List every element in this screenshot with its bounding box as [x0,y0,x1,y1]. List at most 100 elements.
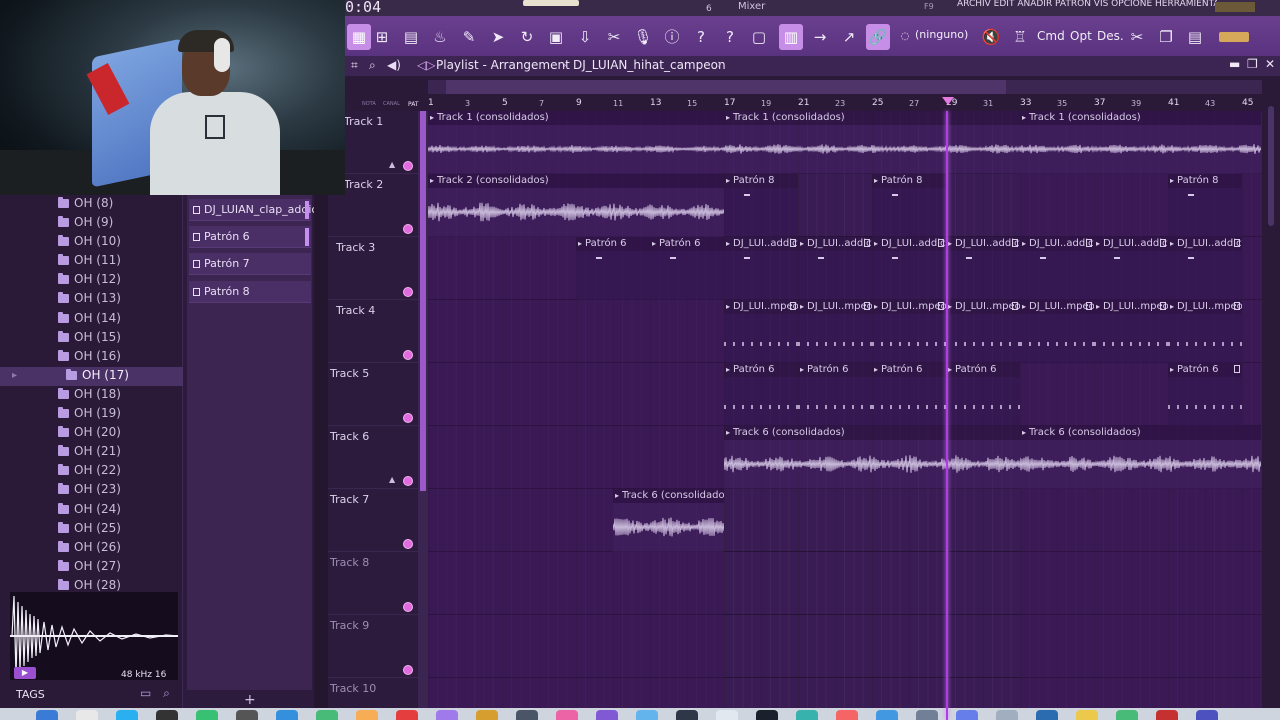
master-volume-slider[interactable] [523,0,579,6]
track-name[interactable]: Track 5 [330,367,369,380]
zoom-icon[interactable]: ⌕ [369,58,376,73]
clip-menu-icon[interactable]: ▸ [948,239,952,248]
preview-play-button[interactable]: ▶ [14,667,36,679]
clip-label[interactable]: ▸ DJ_LUI..mpeon [724,300,798,314]
pattern-clip[interactable]: ▸DJ_LUI..addicto [872,237,946,300]
bar-number[interactable]: 35 [1057,99,1067,108]
clip-menu-icon[interactable]: ▸ [1022,302,1026,311]
audio-clip[interactable]: ▸ Track 6 (consolidados) [613,489,724,552]
clip-label[interactable]: ▸ DJ_LUI..mpeon [1168,300,1242,314]
clip-label[interactable]: ▸ Track 6 (consolidados) [724,426,1020,440]
picker-item[interactable]: Patrón 8 [189,281,311,303]
browser-item[interactable]: OH (24) [0,501,183,520]
search-icon[interactable]: ⌕ [163,686,170,700]
clip-label[interactable]: ▸ Patrón 8 [724,174,798,188]
clip-label[interactable]: ▸ Patrón 6 [946,363,1020,377]
clip-menu-icon[interactable]: ▸ [578,239,582,248]
browser-item[interactable]: ▸ OH (17) [0,366,183,386]
clip-label[interactable]: ▸ Track 1 (consolidados) [724,111,1020,125]
track-collapse-icon[interactable]: ▲ [389,160,395,169]
clip-body[interactable] [1168,377,1242,426]
clip-body[interactable] [872,188,946,237]
clip-label[interactable]: ▸ Track 1 (consolidados) [1020,111,1261,125]
folder-icon[interactable]: ▭ [140,686,151,700]
maximize-icon[interactable]: ❐ [1247,57,1258,71]
clip-end-icon[interactable] [1234,239,1240,247]
clip-label[interactable]: ▸ Patrón 8 [872,174,946,188]
forward-arrow-icon[interactable]: → [808,24,832,50]
dock-app-icon[interactable] [556,710,578,720]
lock-icon[interactable]: ◌ [893,24,917,50]
dock-app-icon[interactable] [716,710,738,720]
clip-end-icon[interactable] [1012,239,1018,247]
minimize-icon[interactable]: ▬ [1229,57,1240,71]
track-name[interactable]: Track 2 [344,178,383,191]
dock-app-icon[interactable] [756,710,778,720]
browser-item[interactable]: OH (21) [0,443,183,462]
clip-end-icon[interactable] [1160,239,1166,247]
bar-number[interactable]: 15 [687,99,697,108]
clip-body[interactable] [1168,188,1242,237]
pattern-clip[interactable]: ▸ Patrón 8 [1168,174,1242,237]
clip-end-icon[interactable] [864,302,870,310]
dock-app-icon[interactable] [916,710,938,720]
clip-body[interactable] [872,314,946,363]
clip-menu-icon[interactable]: ▸ [726,365,730,374]
piano-roll-icon[interactable]: ⊞ [370,24,394,50]
dock-app-icon[interactable] [876,710,898,720]
opt-button[interactable]: Opt [1070,29,1092,43]
browser-item[interactable]: OH (20) [0,424,183,443]
clip-menu-icon[interactable]: ▸ [800,302,804,311]
playlist-header[interactable]: ⌗ ⌕ ◀) ◁▷ Playlist - Arrangement › DJ_LU… [345,56,1280,76]
dock-app-icon[interactable] [1196,710,1218,720]
picker-scrollbar[interactable] [314,195,328,720]
clip-body[interactable] [798,377,872,426]
clip-menu-icon[interactable]: ▸ [1096,239,1100,248]
clip-label[interactable]: ▸DJ_LUI..addicto [1094,237,1168,251]
bar-number[interactable]: 41 [1168,98,1179,108]
clip-menu-icon[interactable]: ▸ [726,176,730,185]
browser-item[interactable]: OH (26) [0,539,183,558]
track-mute-dot[interactable] [404,540,412,548]
clip-menu-icon[interactable]: ▸ [800,239,804,248]
pattern-clip[interactable]: ▸ DJ_LUI..mpeon [724,300,798,363]
clip-menu-icon[interactable]: ▸ [948,302,952,311]
dock-app-icon[interactable] [36,710,58,720]
audio-clip[interactable]: ▸ Track 6 (consolidados) [1020,426,1261,489]
track-mute-dot[interactable] [404,351,412,359]
dock-app-icon[interactable] [1156,710,1178,720]
clip-menu-icon[interactable]: ▸ [1170,365,1174,374]
clip-body[interactable] [1094,251,1168,300]
dock-app-icon[interactable] [396,710,418,720]
track-name[interactable]: Track 1 [344,115,383,128]
export-icon[interactable]: ⇩ [573,24,597,50]
track-name[interactable]: Track 6 [330,430,369,443]
clip-body[interactable] [1168,251,1242,300]
clip-menu-icon[interactable]: ▸ [726,113,730,122]
pattern-clip[interactable]: ▸DJ_LUI..addicto [1168,237,1242,300]
clip-menu-icon[interactable]: ▸ [800,365,804,374]
dock-app-icon[interactable] [516,710,538,720]
browser-item[interactable]: OH (14) [0,310,183,329]
dock-app-icon[interactable] [596,710,618,720]
dock-app-icon[interactable] [1116,710,1138,720]
clip-label[interactable]: ▸DJ_LUI..addicto [1168,237,1242,251]
clip-body[interactable] [946,377,1020,426]
color-swatch-icon[interactable] [1217,24,1251,50]
clip-body[interactable] [724,251,798,300]
bar-number[interactable]: 5 [502,98,508,108]
bar-number[interactable]: 13 [650,98,661,108]
clip-body[interactable] [1094,314,1168,363]
clip-label[interactable]: ▸ Patrón 6 [650,237,724,251]
clip-label[interactable]: ▸ Patrón 6 [724,363,798,377]
bar-number[interactable]: 31 [983,99,993,108]
audio-clip[interactable]: ▸ Track 1 (consolidados) [724,111,1020,174]
help-icon[interactable]: ? [718,24,742,50]
pattern-clip[interactable]: ▸ DJ_LUI..mpeon [1094,300,1168,363]
bar-numbers[interactable]: 1 3 5 7 9 11 13 15 17 19 21 23 25 27 29 31 33 35 37 39 41 43 4… [328,96,1280,111]
automation-icon[interactable]: ↗ [837,24,861,50]
audio-clip[interactable]: ▸ Track 1 (consolidados) [1020,111,1261,174]
bar-number[interactable]: 7 [539,99,544,108]
bar-number[interactable]: 33 [1020,98,1031,108]
copy-icon[interactable]: ❐ [1154,24,1178,50]
